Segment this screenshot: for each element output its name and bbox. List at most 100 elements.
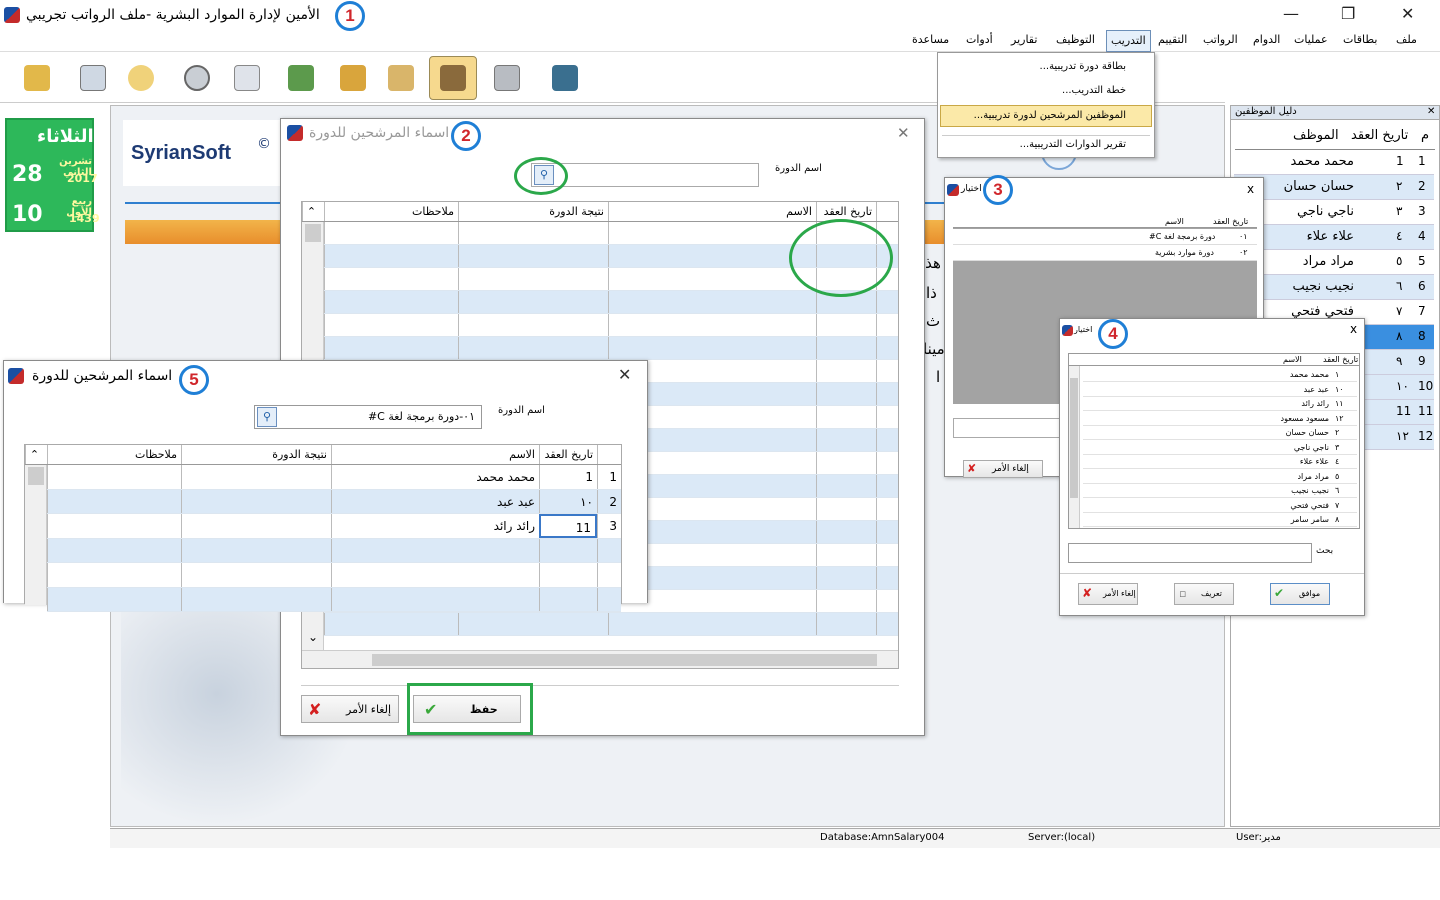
dialog2-grid-cell[interactable]: [324, 222, 458, 244]
dialog2-scroll-down[interactable]: ⌄: [308, 630, 318, 644]
toolbar-calculator-button[interactable]: [486, 57, 528, 99]
menuitem-course-card[interactable]: بطاقة دورة تدريبية...: [1040, 61, 1126, 72]
dialog2-grid-cell[interactable]: [458, 337, 608, 359]
dialog2-grid-cell[interactable]: [876, 360, 898, 382]
dialog2-grid-cell[interactable]: [816, 590, 876, 612]
dialog5-grid-cell[interactable]: عبد عبد: [331, 489, 539, 513]
dialog5-grid-cell[interactable]: رائد رائد: [331, 514, 539, 538]
menuitem-courses-report[interactable]: تقرير الدوارات التدريبية...: [1020, 139, 1126, 150]
dialog4-grid-row[interactable]: رائد رائد ١١: [1083, 397, 1357, 411]
dialog2-grid-cell[interactable]: [324, 337, 458, 359]
dialog5-grid-cell[interactable]: [47, 587, 181, 611]
toolbar-books-button[interactable]: [332, 57, 374, 99]
dialog5-grid-row[interactable]: رائد رائد 11 3: [47, 514, 621, 539]
dialog2-grid-cell[interactable]: [816, 406, 876, 428]
menu-tools[interactable]: أدوات: [966, 33, 993, 46]
dialog4-vscrollbar[interactable]: [1069, 366, 1080, 528]
dialog2-grid-cell[interactable]: [876, 314, 898, 336]
dialog2-grid-cell[interactable]: [816, 314, 876, 336]
dialog3-search-field[interactable]: [953, 418, 1063, 438]
dialog2-grid-cell[interactable]: [876, 498, 898, 520]
dialog5-search-icon[interactable]: ⚲: [257, 407, 277, 427]
dialog2-grid-cell[interactable]: [876, 452, 898, 474]
dialog4-grid-row[interactable]: مراد مراد ٥: [1083, 470, 1357, 484]
menu-attendance[interactable]: الدوام: [1253, 33, 1280, 46]
dialog5-grid-cell[interactable]: ١٠: [539, 489, 597, 513]
dialog5-grid-row[interactable]: [47, 538, 621, 563]
dialog4-grid-row[interactable]: محمد محمد ١: [1083, 368, 1357, 382]
toolbar-clock-button[interactable]: [176, 57, 218, 99]
dialog2-grid-cell[interactable]: [816, 429, 876, 451]
dialog5-grid-cell[interactable]: [47, 563, 181, 587]
dialog2-grid-cell[interactable]: [816, 498, 876, 520]
dialog5-grid-cell[interactable]: [597, 563, 621, 587]
dialog5-grid-cell[interactable]: [331, 538, 539, 562]
dialog4-grid-row[interactable]: سامر سامر ٨: [1083, 513, 1357, 527]
dialog3-close-button[interactable]: x: [1247, 182, 1254, 196]
dialog4-grid-row[interactable]: حسان حسان ٢: [1083, 426, 1357, 440]
dialog3-row-2[interactable]: دورة موارد بشرية ٠٢: [953, 245, 1257, 261]
dialog5-grid-cell[interactable]: [539, 563, 597, 587]
dialog4-grid-row[interactable]: نجيب نجيب ٦: [1083, 484, 1357, 498]
dialog4-search-field[interactable]: [1068, 543, 1312, 563]
menu-training[interactable]: التدريب: [1106, 30, 1151, 52]
dialog2-grid-cell[interactable]: [458, 613, 608, 635]
dialog4-grid-row[interactable]: علاء علاء ٤: [1083, 455, 1357, 469]
dialog2-hscrollbar[interactable]: [302, 650, 898, 668]
dialog4-vscroll-thumb[interactable]: [1070, 378, 1078, 498]
menu-evaluation[interactable]: التقييم: [1158, 33, 1187, 46]
dialog2-grid-cell[interactable]: [876, 337, 898, 359]
dialog5-grid-cell[interactable]: [181, 563, 331, 587]
dialog5-grid-cell[interactable]: [47, 538, 181, 562]
dialog5-grid-cell[interactable]: [181, 465, 331, 489]
dialog5-vscrollbar[interactable]: [25, 465, 47, 605]
dialog2-grid-cell[interactable]: [876, 613, 898, 635]
dialog2-grid-cell[interactable]: [816, 521, 876, 543]
close-button[interactable]: ✕: [1401, 4, 1414, 23]
dialog4-close-button[interactable]: x: [1350, 322, 1357, 336]
menu-cards[interactable]: بطاقات: [1343, 33, 1377, 46]
dialog4-ok-button[interactable]: ✔ موافق: [1270, 583, 1330, 605]
dialog2-grid-cell[interactable]: [816, 567, 876, 589]
dialog4-define-button[interactable]: ▫ تعريف: [1174, 583, 1234, 605]
dialog2-grid-cell[interactable]: [458, 291, 608, 313]
dialog3-row-1[interactable]: دورة برمجة لغة C# ٠١: [953, 229, 1257, 245]
dialog2-grid-cell[interactable]: [876, 475, 898, 497]
dialog2-vscroll-thumb[interactable]: [305, 224, 321, 242]
dialog5-grid-cell[interactable]: 3: [597, 514, 621, 538]
dialog2-grid-cell[interactable]: [608, 314, 816, 336]
employee-guide-close-button[interactable]: ✕: [1427, 106, 1435, 117]
dialog2-cancel-button[interactable]: ✘ إلغاء الأمر: [301, 695, 399, 723]
dialog2-grid-cell[interactable]: [816, 475, 876, 497]
dialog5-grid-cell[interactable]: [331, 563, 539, 587]
menu-file[interactable]: ملف: [1396, 33, 1417, 46]
dialog4-grid-row[interactable]: ناجي ناجي ٣: [1083, 441, 1357, 455]
dialog2-grid-cell[interactable]: [608, 245, 816, 267]
toolbar-documents-button[interactable]: [380, 57, 422, 99]
toolbar-logout-button[interactable]: [544, 57, 586, 99]
dialog2-grid-cell[interactable]: [876, 521, 898, 543]
dialog2-grid-cell[interactable]: [876, 429, 898, 451]
dialog2-grid-row[interactable]: [324, 291, 898, 314]
dialog2-grid-row[interactable]: [324, 314, 898, 337]
dialog2-grid-cell[interactable]: [816, 452, 876, 474]
dialog2-grid-cell[interactable]: [458, 245, 608, 267]
dialog4-grid-row[interactable]: فتحي فتحي ٧: [1083, 499, 1357, 513]
toolbar-schedule-button[interactable]: [226, 57, 268, 99]
dialog5-grid-cell[interactable]: [181, 489, 331, 513]
dialog2-grid-row[interactable]: [324, 613, 898, 636]
dialog4-grid-row[interactable]: عبد عبد ١٠: [1083, 383, 1357, 397]
dialog5-grid-cell[interactable]: [539, 587, 597, 611]
dialog5-grid-cell[interactable]: 1: [597, 465, 621, 489]
dialog5-grid-cell[interactable]: [181, 514, 331, 538]
dialog2-grid-cell[interactable]: [458, 222, 608, 244]
dialog5-grid-cell[interactable]: [597, 538, 621, 562]
dialog2-grid-cell[interactable]: [608, 222, 816, 244]
dialog2-grid-cell[interactable]: [324, 613, 458, 635]
dialog2-grid-cell[interactable]: [458, 314, 608, 336]
menu-operations[interactable]: عمليات: [1294, 33, 1328, 46]
menu-reports[interactable]: تقارير: [1011, 33, 1037, 46]
dialog2-grid-cell[interactable]: [876, 291, 898, 313]
dialog5-grid-cell[interactable]: [331, 587, 539, 611]
dialog2-grid-cell[interactable]: [324, 291, 458, 313]
